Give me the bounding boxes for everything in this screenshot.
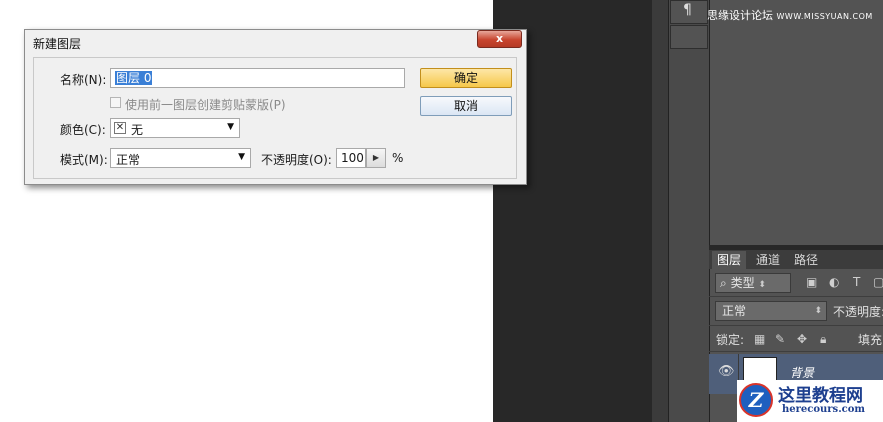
panel-button[interactable] — [670, 25, 708, 49]
upper-panel — [709, 0, 883, 245]
lock-pixels-icon[interactable]: ✎ — [775, 332, 785, 346]
eye-icon[interactable]: 👁︎ — [718, 364, 735, 379]
layer-name-value: 图层 0 — [115, 71, 153, 85]
logo-subtitle: herecours.com — [782, 404, 866, 415]
color-value: 无 — [131, 123, 144, 137]
logo-title: 这里教程网 — [778, 386, 863, 406]
opacity-unit: % — [392, 151, 404, 165]
site-watermark: 思缘设计论坛 WWW.MISSYUAN.COM — [707, 7, 873, 23]
ok-button[interactable]: 确定 — [420, 68, 512, 88]
paragraph-icon: ¶ — [683, 2, 692, 18]
mode-value: 正常 — [116, 153, 141, 167]
clipping-mask-checkbox[interactable] — [110, 97, 121, 108]
clipping-mask-label: 使用前一图层创建剪贴蒙版(P) — [125, 98, 286, 112]
divider — [709, 325, 883, 326]
layer-opacity-label: 不透明度: — [833, 305, 883, 319]
divider — [709, 351, 883, 352]
chevron-right-icon: ▶ — [372, 153, 380, 162]
logo-badge-icon: Z — [739, 383, 773, 417]
watermark-cn: 思缘设计论坛 — [707, 9, 773, 22]
panel-icon-strip — [668, 0, 709, 422]
layer-filter-value: 类型 — [730, 276, 755, 290]
blend-mode-value: 正常 — [722, 304, 747, 318]
lock-label: 锁定: — [716, 333, 745, 347]
shape-filter-icon[interactable]: ▢ — [873, 275, 883, 289]
no-color-icon: ✕ — [114, 122, 126, 134]
adjustment-filter-icon[interactable]: ◐ — [829, 275, 839, 289]
close-icon: x — [495, 32, 504, 45]
search-icon: ⌕ — [720, 276, 727, 290]
opacity-input[interactable]: 100 — [336, 148, 366, 168]
close-button[interactable]: x — [477, 30, 522, 48]
watermark-url: WWW.MISSYUAN.COM — [776, 12, 873, 21]
workspace-divider — [652, 0, 668, 422]
mode-label: 模式(M): — [60, 153, 108, 167]
color-label: 颜色(C): — [60, 123, 106, 137]
updown-arrow-icon: ⬍ — [758, 280, 766, 290]
chevron-down-icon: ▼ — [238, 152, 245, 162]
blend-mode-select[interactable]: 正常 ⬍ — [715, 301, 827, 321]
opacity-label: 不透明度(O): — [261, 153, 332, 167]
mode-select[interactable]: 正常 ▼ — [110, 148, 251, 168]
name-label: 名称(N): — [60, 73, 107, 87]
lock-position-icon[interactable]: ✥ — [797, 332, 807, 346]
fill-label: 填充 — [858, 333, 883, 347]
logo-badge-letter: Z — [748, 388, 764, 412]
color-select[interactable]: ✕ 无 ▼ — [110, 118, 240, 138]
divider — [709, 296, 883, 297]
layer-name-input[interactable]: 图层 0 — [110, 68, 405, 88]
tab-paths[interactable]: 路径 — [789, 251, 823, 269]
opacity-slider-button[interactable]: ▶ — [366, 148, 386, 168]
lock-all-icon[interactable]: 🔒︎ — [820, 332, 826, 347]
image-filter-icon[interactable]: ▣ — [806, 275, 817, 289]
layer-filter-select[interactable]: ⌕ 类型 ⬍ — [715, 273, 791, 293]
layer-name[interactable]: 背景 — [790, 364, 814, 381]
tab-channels[interactable]: 通道 — [751, 251, 785, 269]
dialog-title: 新建图层 — [33, 37, 82, 51]
updown-arrow-icon: ⬍ — [814, 306, 822, 316]
cancel-button[interactable]: 取消 — [420, 96, 512, 116]
tab-layers[interactable]: 图层 — [712, 251, 747, 269]
lock-transparency-icon[interactable]: ▦ — [754, 332, 765, 346]
chevron-down-icon: ▼ — [227, 122, 234, 132]
type-filter-icon[interactable]: T — [853, 275, 860, 289]
